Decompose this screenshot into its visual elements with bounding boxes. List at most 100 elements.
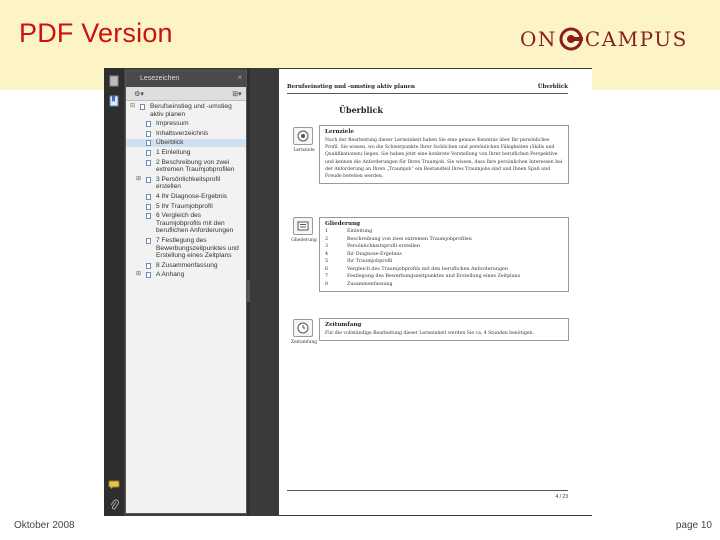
bookmark-label: A Anhang: [156, 271, 185, 279]
zeitumfang-title: Zeitumfang: [325, 322, 362, 328]
document-viewer: Berufseinstieg und -umstieg aktiv planen…: [250, 68, 592, 516]
gliederung-item-number: 2: [325, 236, 329, 242]
oncampus-logo: ON CAMPUS: [520, 26, 688, 52]
logo-mark-icon: [559, 27, 583, 51]
gliederung-list: 1 Einleitung 2 Beschreibung von zwei extrem…: [320, 228, 568, 291]
bookmark-page-icon: [146, 140, 151, 147]
zeitumfang-text: Für die vollständige Bearbeitung dieser …: [325, 331, 534, 336]
gliederung-item: 1 Einleitung: [320, 228, 568, 236]
bookmark-icon[interactable]: [107, 94, 121, 108]
footer-rule: [287, 490, 568, 491]
bookmark-page-icon: [146, 262, 151, 269]
bookmark-page-icon: [146, 121, 151, 128]
gliederung-item-number: 5: [325, 259, 329, 264]
bookmark-item[interactable]: 4 Ihr Diagnose-Ergebnis: [126, 193, 246, 201]
bookmark-item[interactable]: ⊟ Berufseinstieg und -umstieg aktiv plane…: [126, 103, 246, 118]
bookmarks-tree: ⊟ Berufseinstieg und -umstieg aktiv plane…: [126, 101, 246, 279]
options-menu-button[interactable]: ⚙▾: [132, 89, 146, 99]
bookmarks-panel-title: Lesezeichen: [140, 75, 180, 82]
bookmarks-panel: Lesezeichen × ⚙▾ ⊞▾ ⊟ Berufseinstieg und …: [125, 70, 247, 514]
clock-icon: [293, 319, 313, 337]
bookmark-label: Impressum: [156, 120, 189, 128]
bookmark-page-icon: [146, 237, 151, 244]
pdf-page: Berufseinstieg und -umstieg aktiv planen…: [279, 69, 592, 515]
zeitumfang-box: Zeitumfang Für die vollständige Bearbeit…: [319, 318, 569, 342]
bookmarks-toolbar: ⚙▾ ⊞▾: [126, 87, 246, 101]
bookmark-label: 1 Einleitung: [156, 148, 191, 156]
gliederung-item: 4 Ihr Diagnose-Ergebnis: [320, 251, 568, 259]
close-panel-button[interactable]: ×: [237, 73, 242, 82]
bookmarks-panel-header: Lesezeichen ×: [126, 71, 246, 87]
gliederung-title: Gliederung: [325, 221, 361, 227]
gliederung-side-label: Gliederung: [291, 238, 317, 243]
bookmark-page-icon: [146, 159, 151, 166]
bookmark-item[interactable]: 2 Beschreibung von zwei extremen Traumjo…: [126, 159, 246, 174]
lernziele-side-label: Lernziele: [293, 148, 315, 153]
bookmark-item[interactable]: Impressum: [126, 120, 246, 128]
bookmark-page-icon: [140, 104, 145, 110]
pdf-reader-window: Lesezeichen × ⚙▾ ⊞▾ ⊟ Berufseinstieg und …: [104, 68, 592, 516]
bookmark-item[interactable]: 6 Vergleich des Traumjobprofils mit den …: [126, 212, 246, 235]
bookmark-label: Inhaltsverzeichnis: [156, 129, 209, 137]
navigation-rail: [104, 68, 124, 516]
bookmark-page-icon: [146, 193, 151, 200]
gliederung-item-text: Einleitung: [347, 229, 373, 234]
bookmark-page-icon: [146, 130, 151, 137]
expand-bookmark-button[interactable]: ⊞▾: [230, 89, 244, 99]
bookmark-item[interactable]: 5 Ihr Traumjobprofil: [126, 203, 246, 211]
bookmark-label: 5 Ihr Traumjobprofil: [156, 202, 213, 210]
gliederung-item-text: Festlegung des Bewerbungszeitpunktes und…: [347, 274, 521, 279]
lernziele-box: Lernziele Nach der Bearbeitung dieser Le…: [319, 125, 569, 185]
bookmark-label: 7 Festlegung des Bewerbungszeitpunktes u…: [156, 236, 239, 260]
gliederung-item-number: 6: [325, 266, 329, 272]
gliederung-item-text: Beschreibung von zwei extremen Traumjobp…: [347, 236, 472, 242]
expand-toggle-icon[interactable]: ⊞: [136, 176, 141, 184]
bookmark-item[interactable]: 8 Zusammenfassung: [126, 262, 246, 270]
bookmark-item[interactable]: ⊞ 3 Persönlichkeitsprofil erstellen: [126, 176, 246, 191]
bookmark-item[interactable]: ⊞ A Anhang: [126, 271, 246, 279]
gliederung-item: 7 Festlegung des Bewerbungszeitpunktes un…: [320, 273, 568, 281]
bookmark-page-icon: [146, 203, 151, 210]
gliederung-item-number: 1: [325, 229, 329, 234]
footer-date: Oktober 2008: [14, 520, 75, 531]
gliederung-item: 6 Vergleich des Traumjobprofils mit den b…: [320, 266, 568, 274]
target-icon: [293, 127, 313, 145]
bookmark-label: 4 Ihr Diagnose-Ergebnis: [156, 192, 228, 200]
gliederung-item-text: Zusammenfassung: [347, 281, 393, 287]
page-header-title: Berufseinstieg und -umstieg aktiv planen: [287, 84, 416, 90]
bookmark-item[interactable]: 1 Einleitung: [126, 149, 246, 157]
bookmark-label: Überblick: [156, 139, 184, 147]
attachment-icon[interactable]: [107, 498, 121, 512]
gliederung-item-number: 7: [325, 274, 329, 279]
page-number: 4 / 23: [555, 494, 568, 500]
gliederung-item: 8 Zusammenfassung: [320, 281, 568, 289]
gliederung-item-text: Ihr Diagnose-Ergebnis: [347, 251, 402, 257]
footer-page: page 10: [675, 520, 712, 531]
logo-left-text: ON: [520, 27, 557, 51]
page-header-section: Überblick: [537, 84, 568, 90]
bookmark-page-icon: [146, 213, 151, 220]
zeitumfang-side-label: Zeitumfang: [290, 340, 318, 345]
gliederung-item-number: 4: [325, 251, 329, 257]
gliederung-box: Gliederung 1 Einleitung 2 Beschreibung von …: [319, 217, 569, 292]
comment-icon[interactable]: [107, 478, 121, 492]
bookmark-label: 8 Zusammenfassung: [156, 261, 218, 269]
expand-toggle-icon[interactable]: ⊟: [130, 103, 135, 111]
expand-toggle-icon[interactable]: ⊞: [136, 271, 141, 279]
header-rule: [287, 93, 568, 94]
bookmark-page-icon: [146, 176, 151, 183]
page-heading: Überblick: [339, 105, 383, 115]
gliederung-item: 2 Beschreibung von zwei extremen Traumjob…: [320, 236, 568, 244]
pages-icon[interactable]: [107, 74, 121, 88]
slide-title: PDF Version: [19, 18, 173, 48]
bookmark-item[interactable]: 7 Festlegung des Bewerbungszeitpunktes u…: [126, 237, 246, 260]
bookmark-label: Berufseinstieg und -umstieg aktiv planen: [150, 103, 232, 118]
gliederung-item-text: Vergleich des Traumjobprofils mit den be…: [347, 266, 508, 272]
bookmark-item[interactable]: Überblick: [126, 139, 246, 147]
bookmark-label: 2 Beschreibung von zwei extremen Traumjo…: [156, 158, 235, 174]
gliederung-item-text: Persönlichkeitsprofil erstellen: [347, 244, 420, 249]
bookmark-page-icon: [146, 272, 151, 279]
gliederung-item-number: 3: [325, 244, 329, 249]
bookmark-item[interactable]: Inhaltsverzeichnis: [126, 130, 246, 138]
bookmark-label: 6 Vergleich des Traumjobprofils mit den …: [156, 212, 234, 235]
